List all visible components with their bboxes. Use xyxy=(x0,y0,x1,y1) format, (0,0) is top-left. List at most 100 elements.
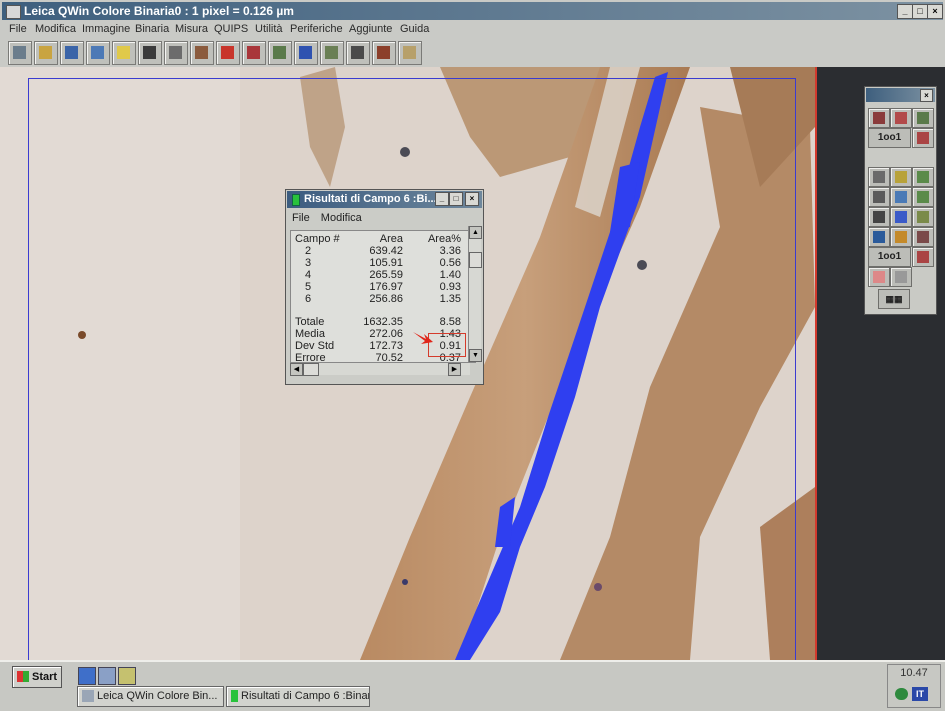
tool-button-10[interactable] xyxy=(242,41,266,65)
palette-wide-button[interactable]: 1oo1 xyxy=(868,247,911,267)
maximize-button[interactable]: □ xyxy=(912,4,928,19)
palette-color-tool-button[interactable] xyxy=(890,207,912,227)
menu-guida[interactable]: Guida xyxy=(400,23,429,35)
menu-aggiunte[interactable]: Aggiunte xyxy=(349,23,392,35)
menu-misura[interactable]: Misura xyxy=(175,23,208,35)
qwin-app-icon xyxy=(82,690,94,702)
zoom-tool-icon xyxy=(873,191,885,203)
palette-close-button[interactable]: × xyxy=(920,89,933,102)
results-vertical-scrollbar[interactable]: ▲ ▼ xyxy=(468,226,482,362)
tool-button-3[interactable] xyxy=(60,41,84,65)
tool-button-16[interactable] xyxy=(398,41,422,65)
red-arrow-icon xyxy=(413,332,433,344)
brush-tool-icon xyxy=(917,171,929,183)
palette-grid-button[interactable]: ▦▦ xyxy=(878,289,910,309)
tool-icon xyxy=(917,251,929,263)
scroll-up-arrow-icon[interactable]: ▲ xyxy=(469,226,482,239)
tool-button-12[interactable] xyxy=(294,41,318,65)
palette-side-button[interactable] xyxy=(912,247,934,267)
stat-area: 272.06 xyxy=(369,328,403,340)
menu-modifica[interactable]: Modifica xyxy=(35,23,76,35)
palette-pipette-tool-button[interactable] xyxy=(890,187,912,207)
palette-title-bar[interactable]: × xyxy=(866,88,935,102)
palette-grey-tool-button[interactable] xyxy=(868,207,890,227)
tool-button-11[interactable] xyxy=(268,41,292,65)
header-area: Area xyxy=(379,233,403,245)
start-button[interactable]: Start xyxy=(12,666,62,688)
taskbar-item-results[interactable]: Risultati di Campo 6 :Binaria0 xyxy=(226,686,370,707)
monitor-icon xyxy=(13,46,26,59)
tool-button-14[interactable] xyxy=(346,41,370,65)
palette-lasso-tool-button[interactable] xyxy=(868,108,890,128)
menu-bar: File Modifica Immagine Binaria Misura QU… xyxy=(0,21,945,39)
scroll-left-arrow-icon[interactable]: ◀ xyxy=(290,363,303,376)
results-minimize-button[interactable]: _ xyxy=(435,192,449,206)
menu-periferiche[interactable]: Periferiche xyxy=(290,23,343,35)
palette-pen-tool-button[interactable] xyxy=(890,167,912,187)
results-maximize-button[interactable]: □ xyxy=(449,192,463,206)
menu-immagine[interactable]: Immagine xyxy=(82,23,130,35)
results-menu-modifica[interactable]: Modifica xyxy=(321,212,362,224)
stat-label: Media xyxy=(295,328,325,340)
stamp-icon xyxy=(403,46,416,59)
desktop-icon[interactable] xyxy=(98,667,116,685)
palette-select-tool-button[interactable] xyxy=(912,108,934,128)
palette-erase-tool-button[interactable] xyxy=(912,227,934,247)
scroll-right-arrow-icon[interactable]: ▶ xyxy=(448,363,461,376)
tool-button-1[interactable] xyxy=(8,41,32,65)
hscroll-thumb[interactable] xyxy=(303,363,319,376)
window-title: Leica QWin Colore Binaria0 : 1 pixel = 0… xyxy=(24,4,294,18)
tool-button-7[interactable] xyxy=(164,41,188,65)
cell-pct: 1.35 xyxy=(439,293,461,305)
frame-icon xyxy=(195,46,208,59)
internet-explorer-icon[interactable] xyxy=(78,667,96,685)
table-row: 3 105.91 0.56 xyxy=(291,257,465,269)
tool-button-4[interactable] xyxy=(86,41,110,65)
scroll-thumb[interactable] xyxy=(469,252,482,268)
language-indicator[interactable]: IT xyxy=(912,687,928,701)
results-close-button[interactable]: × xyxy=(465,192,479,206)
palette-brush-tool-button[interactable] xyxy=(912,167,934,187)
image-icon xyxy=(91,46,104,59)
pen-tool-icon xyxy=(895,171,907,183)
results-menu-file[interactable]: File xyxy=(292,212,310,224)
results-window-icon xyxy=(292,194,300,206)
menu-file[interactable]: File xyxy=(9,23,27,35)
palette-magic-tool-button[interactable] xyxy=(890,108,912,128)
taskbar-item-qwin[interactable]: Leica QWin Colore Bin... xyxy=(77,686,224,707)
stat-pct: 8.58 xyxy=(439,316,461,328)
results-title-bar[interactable]: Risultati di Campo 6 :Bi... _ □ × xyxy=(287,191,482,208)
tool-button-2[interactable] xyxy=(34,41,58,65)
results-horizontal-scrollbar[interactable]: ◀ ▶ xyxy=(290,362,470,376)
tool-button-15[interactable] xyxy=(372,41,396,65)
tool-button-13[interactable] xyxy=(320,41,344,65)
palette-wide-button[interactable]: 1oo1 xyxy=(868,128,911,148)
palette-zoom-tool-button[interactable] xyxy=(868,187,890,207)
list-icon xyxy=(351,46,364,59)
palette-marker-tool-button[interactable] xyxy=(868,227,890,247)
title-bar: Leica QWin Colore Binaria0 : 1 pixel = 0… xyxy=(2,2,943,20)
clock[interactable]: 10.47 xyxy=(888,667,940,679)
minimize-button[interactable]: _ xyxy=(897,4,913,19)
palette-line-tool-button[interactable] xyxy=(868,167,890,187)
palette-side-button[interactable] xyxy=(912,128,934,148)
palette-ruler-tool-button[interactable] xyxy=(890,227,912,247)
keyboard-icon[interactable] xyxy=(895,688,908,700)
scroll-down-arrow-icon[interactable]: ▼ xyxy=(469,349,482,362)
cell-pct: 3.36 xyxy=(439,245,461,257)
pencil-icon xyxy=(221,46,234,59)
palette-layers-tool-button[interactable] xyxy=(868,267,890,287)
tool-button-5[interactable] xyxy=(112,41,136,65)
tool-button-6[interactable] xyxy=(138,41,162,65)
outlook-icon[interactable] xyxy=(118,667,136,685)
menu-utilita[interactable]: Utilità xyxy=(255,23,283,35)
close-button[interactable]: × xyxy=(927,4,943,19)
menu-quips[interactable]: QUIPS xyxy=(214,23,248,35)
palette-fill-tool-button[interactable] xyxy=(912,207,934,227)
palette-mask-tool-button[interactable] xyxy=(890,267,912,287)
palette-palette-tool-button[interactable] xyxy=(912,187,934,207)
menu-binaria[interactable]: Binaria xyxy=(135,23,169,35)
tool-button-8[interactable] xyxy=(190,41,214,65)
tool-button-9[interactable] xyxy=(216,41,240,65)
stats-row: Totale 1632.35 8.58 xyxy=(291,316,465,328)
